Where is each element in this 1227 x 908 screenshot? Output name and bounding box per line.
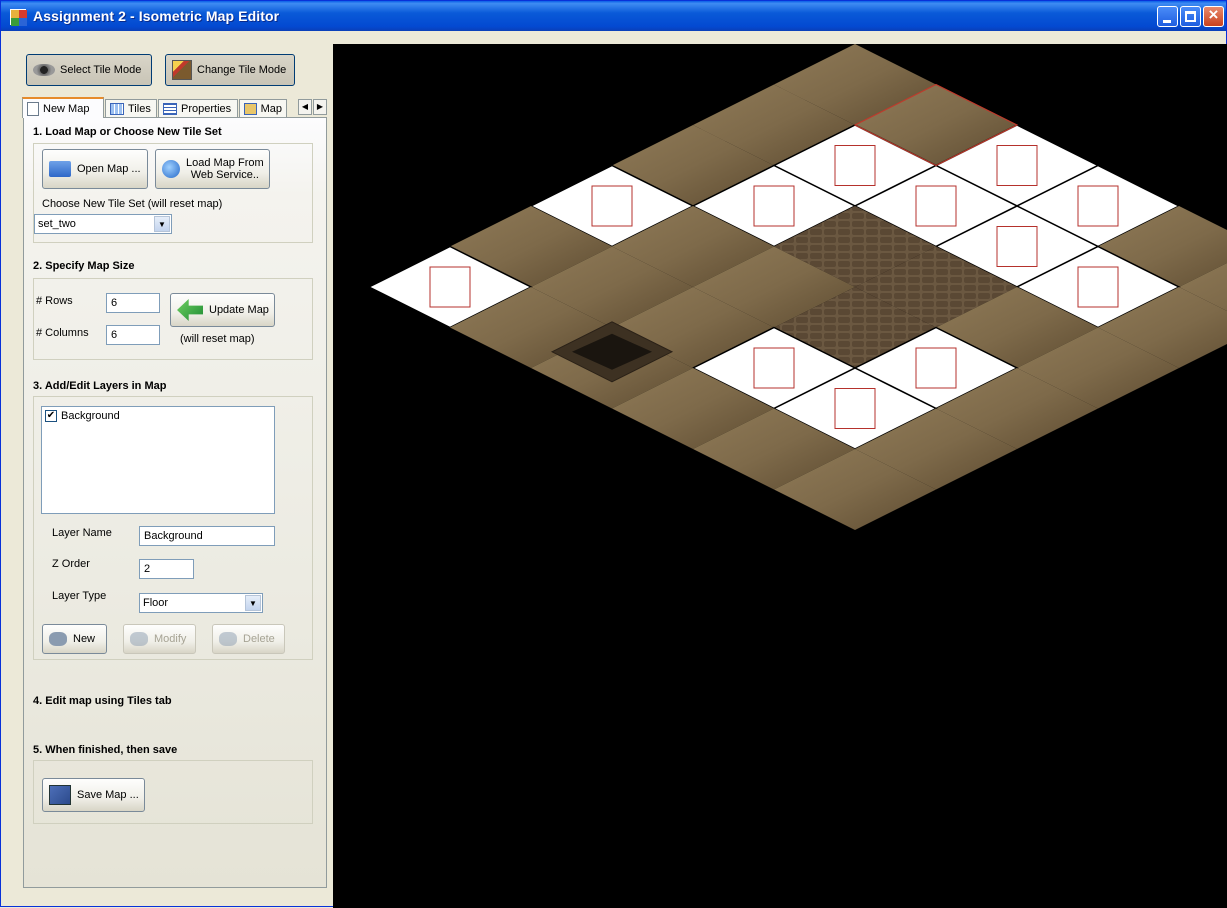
modify-layer-icon <box>130 632 148 646</box>
layers-list[interactable]: ✔ Background <box>41 406 275 514</box>
columns-label: # Columns <box>36 327 89 339</box>
rows-input[interactable]: 6 <box>106 293 160 313</box>
load-web-line1: Load Map From <box>186 157 264 169</box>
z-order-label: Z Order <box>52 558 90 570</box>
properties-icon <box>163 102 177 115</box>
layer-name: Background <box>61 410 120 422</box>
tab-new-map[interactable]: New Map <box>22 97 104 118</box>
delete-layer-button[interactable]: Delete <box>212 624 285 654</box>
update-map-button[interactable]: Update Map <box>170 293 275 327</box>
map-icon <box>244 102 257 115</box>
minimize-icon <box>1163 20 1171 23</box>
new-map-tab-panel: 1. Load Map or Choose New Tile Set Open … <box>23 117 327 888</box>
section-5-title: 5. When finished, then save <box>33 744 178 756</box>
maximize-icon <box>1185 11 1196 22</box>
delete-layer-icon <box>219 632 237 646</box>
section-2-title: 2. Specify Map Size <box>33 260 135 272</box>
globe-icon <box>162 160 180 178</box>
minimize-button[interactable] <box>1157 6 1178 27</box>
delete-layer-label: Delete <box>243 633 275 645</box>
app-window: Assignment 2 - Isometric Map Editor × Se… <box>0 0 1227 908</box>
close-icon: × <box>1208 5 1219 24</box>
change-tile-mode-label: Change Tile Mode <box>197 64 287 76</box>
window-title: Assignment 2 - Isometric Map Editor <box>33 8 280 24</box>
layers-group: ✔ Background Layer Name Background Z Orde… <box>33 396 313 660</box>
save-map-button[interactable]: Save Map ... <box>42 778 145 812</box>
green-arrow-icon <box>177 299 203 321</box>
save-group: Save Map ... <box>33 760 313 824</box>
layer-type-label: Layer Type <box>52 590 107 602</box>
layer-type-value: Floor <box>143 597 169 609</box>
tab-map[interactable]: Map <box>239 99 287 117</box>
chevron-down-icon: ▼ <box>154 216 170 232</box>
layer-name-input[interactable]: Background <box>139 526 275 546</box>
left-panel: Select Tile Mode Change Tile Mode New Ma… <box>1 31 333 908</box>
new-layer-label: New <box>73 633 96 645</box>
section-1-title: 1. Load Map or Choose New Tile Set <box>33 126 222 138</box>
new-layer-icon <box>49 632 67 646</box>
eye-icon <box>33 64 55 76</box>
reset-note: (will reset map) <box>180 333 255 345</box>
save-icon <box>49 785 71 805</box>
tiles-icon <box>110 102 124 115</box>
folder-icon <box>49 161 71 177</box>
columns-input[interactable]: 6 <box>106 325 160 345</box>
select-tile-mode-label: Select Tile Mode <box>60 64 142 76</box>
load-map-web-service-button[interactable]: Load Map From Web Service.. <box>155 149 270 189</box>
tab-scroll-right-button[interactable]: ▶ <box>313 99 327 115</box>
map-size-group: # Rows 6 # Columns 6 Update Map (will re… <box>33 278 313 360</box>
map-canvas[interactable] <box>333 44 1227 908</box>
open-map-button[interactable]: Open Map ... <box>42 149 148 189</box>
modify-layer-label: Modify <box>154 633 187 645</box>
tab-tiles[interactable]: Tiles <box>105 99 157 117</box>
modify-layer-button[interactable]: Modify <box>123 624 196 654</box>
load-map-web-service-label: Load Map From Web Service.. <box>186 157 264 181</box>
tab-scroll-left-button[interactable]: ◀ <box>298 99 312 115</box>
z-order-input[interactable]: 2 <box>139 559 194 579</box>
new-layer-button[interactable]: New <box>42 624 107 654</box>
rows-label: # Rows <box>36 295 73 307</box>
isometric-map[interactable] <box>333 44 1227 908</box>
tileset-label: Choose New Tile Set (will reset map) <box>42 198 223 210</box>
load-web-line2: Web Service.. <box>190 169 259 181</box>
section-4-title: 4. Edit map using Tiles tab <box>33 695 172 707</box>
tileset-value: set_two <box>38 218 76 230</box>
document-icon <box>27 101 39 116</box>
layer-checkbox[interactable]: ✔ <box>45 410 57 423</box>
load-map-group: Open Map ... Load Map From Web Service..… <box>33 143 313 243</box>
tab-properties[interactable]: Properties <box>158 99 238 117</box>
tab-label: Tiles <box>128 102 151 115</box>
section-3-title: 3. Add/Edit Layers in Map <box>33 380 167 392</box>
layer-name-label: Layer Name <box>52 527 112 539</box>
save-map-label: Save Map ... <box>77 789 139 801</box>
layer-list-item[interactable]: ✔ Background <box>42 407 274 425</box>
tab-label: Properties <box>181 102 232 115</box>
tiles-icon <box>172 60 192 80</box>
app-icon <box>10 9 27 26</box>
close-button[interactable]: × <box>1203 5 1224 27</box>
maximize-button[interactable] <box>1180 6 1201 27</box>
tab-label: Map <box>260 102 282 115</box>
title-bar[interactable]: Assignment 2 - Isometric Map Editor × <box>1 1 1226 31</box>
tab-label: New Map <box>43 102 90 115</box>
change-tile-mode-button[interactable]: Change Tile Mode <box>165 54 295 86</box>
open-map-label: Open Map ... <box>77 163 141 175</box>
update-map-label: Update Map <box>209 304 269 316</box>
layer-type-select[interactable]: Floor ▼ <box>139 593 263 613</box>
chevron-down-icon: ▼ <box>245 595 261 611</box>
select-tile-mode-button[interactable]: Select Tile Mode <box>26 54 152 86</box>
tileset-select[interactable]: set_two ▼ <box>34 214 172 234</box>
